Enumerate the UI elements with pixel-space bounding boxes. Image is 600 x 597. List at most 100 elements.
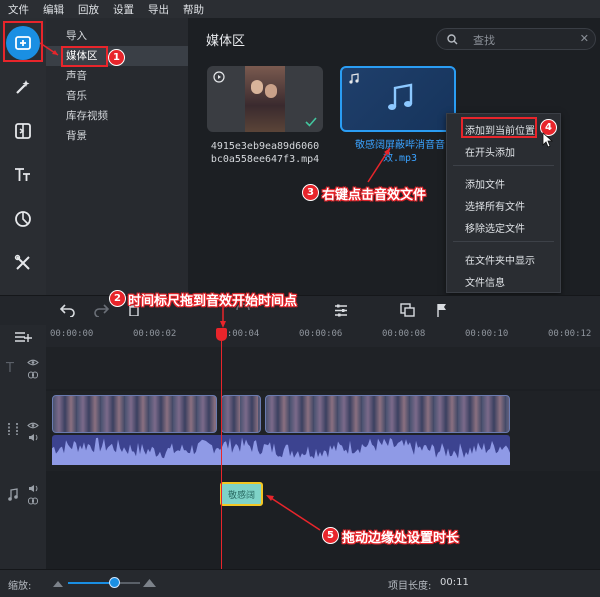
ctx-separator bbox=[453, 165, 554, 166]
annotation-badge-5: 5 bbox=[322, 527, 339, 544]
ctx-add-start[interactable]: 在开头添加 bbox=[465, 144, 515, 159]
adjust-icon[interactable] bbox=[334, 304, 348, 317]
transition-tool-button[interactable] bbox=[6, 114, 40, 148]
ctx-separator bbox=[453, 241, 554, 242]
annotation-text-3: 右键点击音效文件 bbox=[322, 188, 427, 203]
search-input[interactable]: 查找 ✕ bbox=[436, 28, 596, 50]
music-note-small-icon bbox=[349, 73, 359, 84]
video-thumbnail-image bbox=[245, 66, 285, 132]
playhead-handle[interactable] bbox=[216, 328, 227, 341]
media-overlay-icon[interactable] bbox=[400, 303, 415, 317]
menu-bar: 文件 编辑 回放 设置 导出 帮助 bbox=[0, 0, 600, 18]
volume-icon[interactable] bbox=[28, 484, 39, 493]
status-bar: 缩放: 项目长度: 00:11 bbox=[0, 569, 600, 597]
duration-label: 项目长度: bbox=[388, 581, 432, 592]
annotation-text-5: 拖动边缘处设置时长 bbox=[342, 531, 460, 546]
category-background[interactable]: 背景 bbox=[46, 126, 188, 146]
category-music[interactable]: 音乐 bbox=[46, 86, 188, 106]
menu-edit[interactable]: 编辑 bbox=[43, 2, 64, 17]
duration-value: 00:11 bbox=[440, 577, 469, 588]
video-caption: 4915e3eb9ea89d6060 bc0a558ee647f3.mp4 bbox=[200, 140, 330, 166]
video-clip[interactable] bbox=[52, 395, 217, 433]
more-tools-button[interactable] bbox=[6, 246, 40, 280]
menu-settings[interactable]: 设置 bbox=[113, 2, 134, 17]
title-icon bbox=[15, 168, 30, 181]
marker-flag-icon[interactable] bbox=[436, 303, 448, 317]
audio-clip-label: 敬感阔 bbox=[228, 491, 256, 501]
menu-help[interactable]: 帮助 bbox=[183, 2, 204, 17]
ctx-select-all[interactable]: 选择所有文件 bbox=[465, 198, 525, 213]
menu-playback[interactable]: 回放 bbox=[78, 2, 99, 17]
music-note-icon bbox=[388, 83, 413, 110]
media-panel-title: 媒体区 bbox=[206, 34, 246, 49]
annotation-badge-1: 1 bbox=[108, 49, 125, 66]
video-caption-line1: 4915e3eb9ea89d6060 bbox=[210, 141, 320, 152]
menu-file[interactable]: 文件 bbox=[8, 2, 29, 17]
video-caption-line2: bc0a558ee647f3.mp4 bbox=[210, 154, 320, 165]
tick-label: 00:00:06 bbox=[299, 329, 343, 339]
annotation-arrow-3 bbox=[367, 147, 391, 183]
video-track[interactable] bbox=[46, 391, 600, 471]
undo-icon[interactable] bbox=[60, 303, 76, 317]
video-thumbnail[interactable] bbox=[207, 66, 323, 132]
menu-export[interactable]: 导出 bbox=[148, 2, 169, 17]
music-track[interactable]: 敬感阔 bbox=[46, 473, 600, 569]
audio-waveform bbox=[52, 435, 510, 465]
check-icon bbox=[305, 117, 317, 127]
zoom-out-icon[interactable] bbox=[53, 579, 63, 587]
face-shape bbox=[251, 80, 263, 94]
ctx-show-in-folder[interactable]: 在文件夹中显示 bbox=[465, 252, 535, 267]
tick-label: 00:00:00 bbox=[50, 329, 94, 339]
zoom-label: 缩放: bbox=[8, 581, 32, 592]
video-clip[interactable] bbox=[265, 395, 510, 433]
clear-search-icon[interactable]: ✕ bbox=[580, 32, 589, 45]
redo-icon[interactable] bbox=[93, 303, 109, 317]
category-stock-video[interactable]: 库存视频 bbox=[46, 106, 188, 126]
category-sound[interactable]: 声音 bbox=[46, 66, 188, 86]
search-icon bbox=[447, 34, 458, 45]
ctx-add-file[interactable]: 添加文件 bbox=[465, 176, 505, 191]
annotation-badge-3: 3 bbox=[302, 184, 319, 201]
category-import[interactable]: 导入 bbox=[46, 26, 188, 46]
timeline-toolbar bbox=[0, 295, 600, 325]
video-clip[interactable] bbox=[221, 395, 261, 433]
annotation-box-tool bbox=[3, 21, 43, 62]
video-type-icon bbox=[213, 71, 225, 83]
annotation-text-2: 时间标尺拖到音效开始时间点 bbox=[128, 294, 298, 309]
zoom-slider-fill bbox=[68, 582, 115, 584]
annotation-box-ctx bbox=[461, 117, 537, 138]
tick-label: 00:00:12 bbox=[548, 329, 592, 339]
visibility-eye-icon[interactable] bbox=[27, 421, 39, 430]
audio-thumbnail[interactable] bbox=[340, 66, 456, 132]
magic-wand-icon bbox=[16, 80, 30, 94]
face-shape bbox=[265, 84, 277, 98]
timeline-ruler[interactable]: 00:00:00 00:00:02 00:00:04 00:00:06 00:0… bbox=[46, 325, 600, 347]
track-headers: T bbox=[0, 325, 46, 569]
music-track-icon bbox=[8, 488, 18, 501]
ctx-remove-selected[interactable]: 移除选定文件 bbox=[465, 220, 525, 235]
title-tool-button[interactable] bbox=[6, 158, 40, 192]
annotation-badge-2: 2 bbox=[109, 290, 126, 307]
visibility-eye-icon[interactable] bbox=[27, 358, 39, 367]
video-track-icon bbox=[8, 423, 18, 435]
ctx-file-info[interactable]: 文件信息 bbox=[465, 274, 505, 289]
transition-icon bbox=[15, 123, 31, 139]
mouse-cursor-icon bbox=[542, 132, 554, 148]
filter-tool-button[interactable] bbox=[6, 202, 40, 236]
magic-tool-button[interactable] bbox=[6, 70, 40, 104]
annotation-arrow-1 bbox=[39, 42, 59, 56]
more-tools-icon bbox=[14, 254, 30, 270]
zoom-slider-handle[interactable] bbox=[109, 577, 120, 588]
volume-icon[interactable] bbox=[28, 433, 39, 442]
audio-clip[interactable]: 敬感阔 bbox=[220, 482, 263, 506]
text-track[interactable] bbox=[46, 347, 600, 389]
playhead-line bbox=[221, 333, 222, 569]
tick-label: 00:00:10 bbox=[465, 329, 509, 339]
annotation-arrow-2 bbox=[220, 305, 226, 328]
add-track-icon[interactable] bbox=[14, 330, 32, 344]
zoom-in-icon[interactable] bbox=[143, 577, 156, 587]
annotation-box-media bbox=[61, 46, 108, 67]
tick-label: 00:00:02 bbox=[133, 329, 177, 339]
link-icon[interactable] bbox=[28, 371, 38, 379]
link-icon[interactable] bbox=[28, 497, 38, 505]
